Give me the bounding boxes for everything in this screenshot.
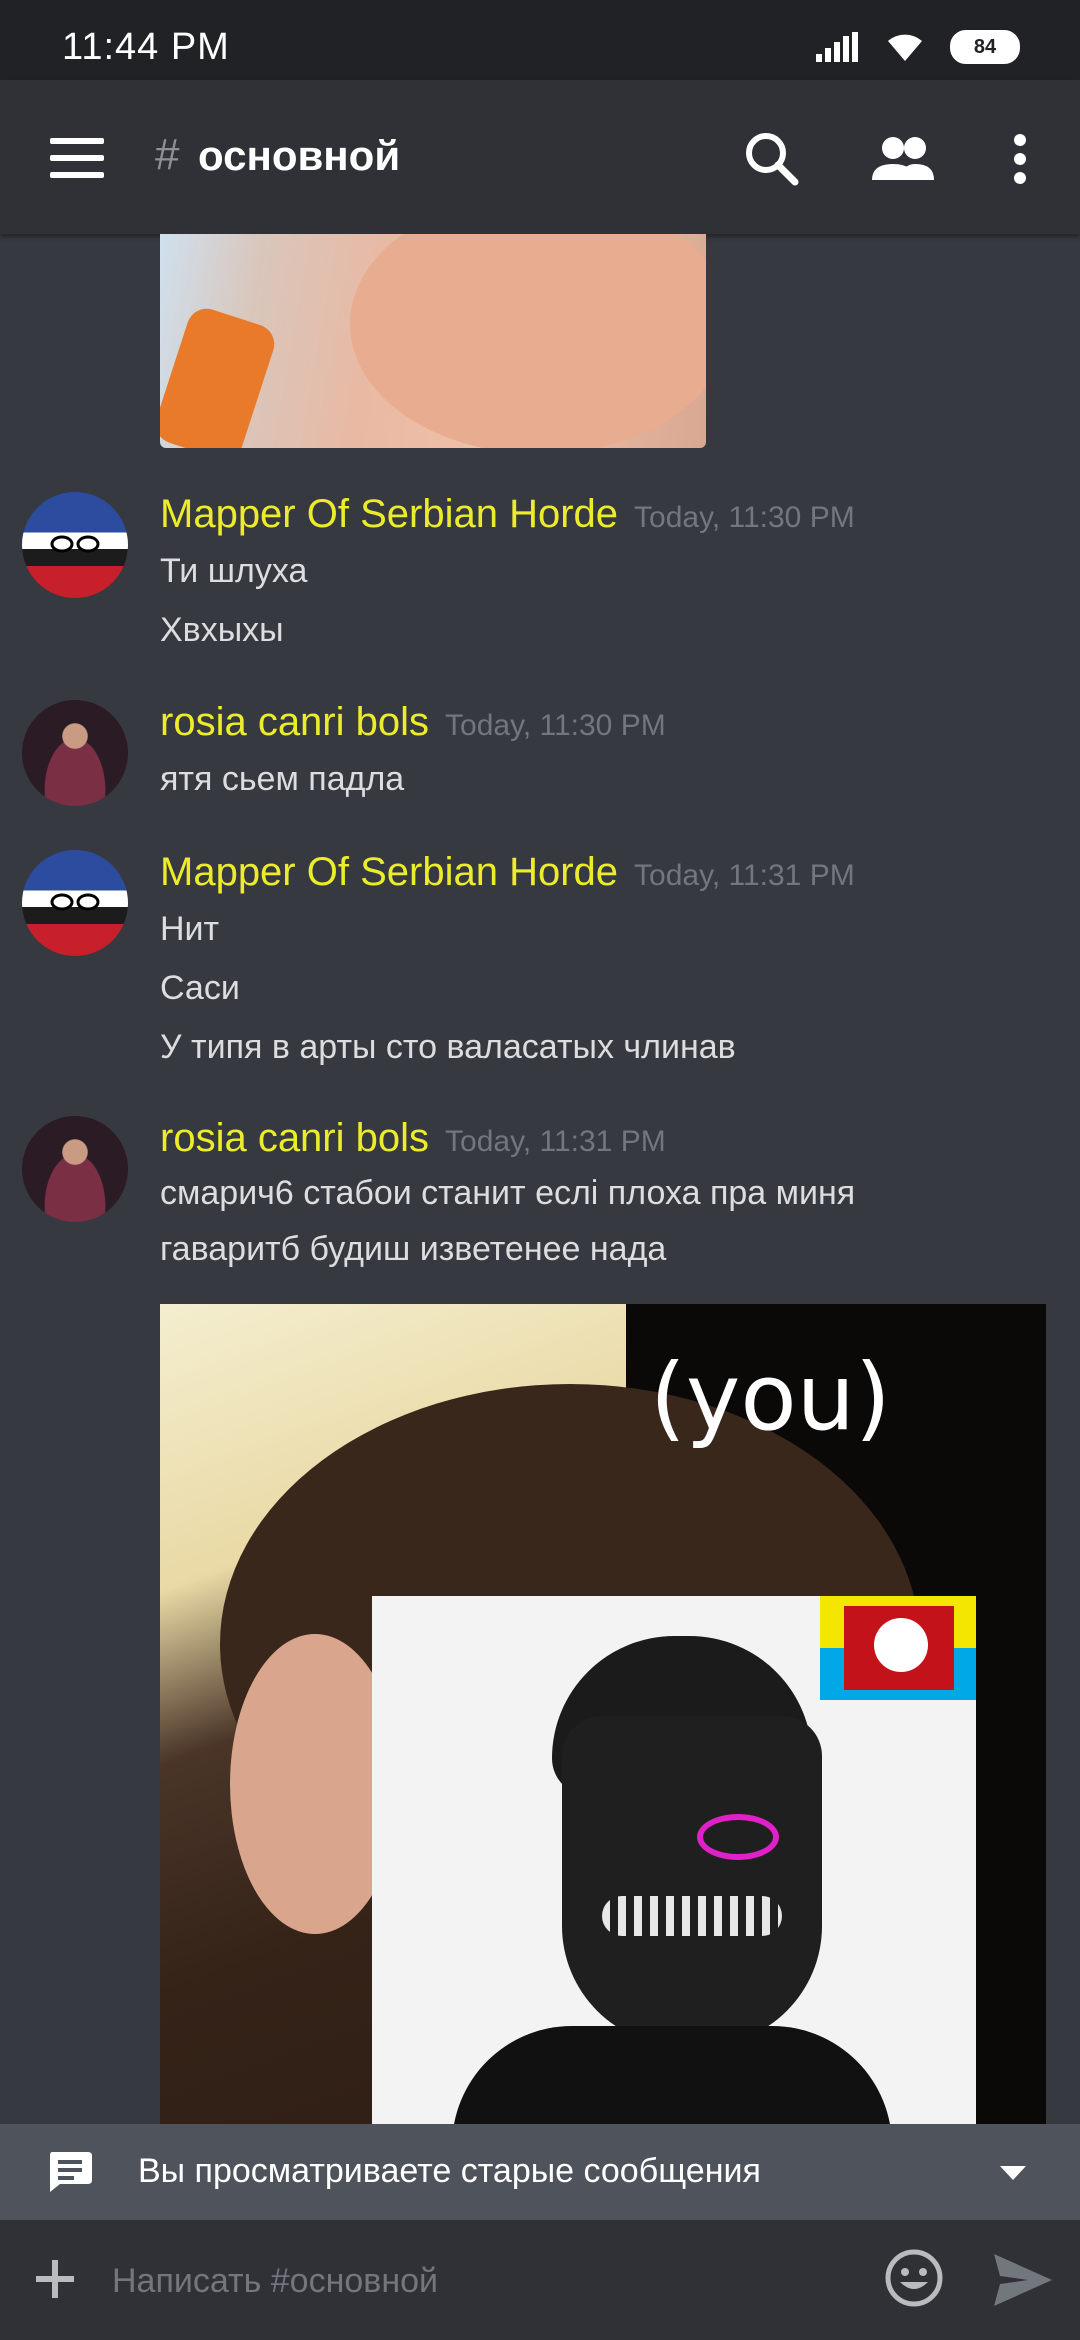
signal-icon	[816, 32, 858, 62]
message-icon	[50, 2152, 92, 2192]
old-messages-banner[interactable]: Вы просматриваете старые сообщения	[0, 2124, 1080, 2220]
message-author[interactable]: Mapper Of Serbian Horde Today, 11:31 PM	[160, 850, 855, 895]
message-list[interactable]: Mapper Of Serbian Horde Today, 11:30 PM Т…	[0, 234, 1080, 2124]
message-timestamp: Today, 11:30 PM	[445, 709, 666, 742]
status-bar: 11:44 PM 84	[0, 0, 1080, 80]
status-icons: 84	[816, 30, 1020, 64]
wifi-icon	[888, 34, 922, 61]
banner-text: Вы просматриваете старые сообщения	[138, 2152, 761, 2190]
author-name[interactable]: rosia canri bols	[160, 1116, 429, 1160]
message-image-attachment[interactable]	[160, 234, 706, 448]
message-timestamp: Today, 11:31 PM	[634, 859, 855, 892]
plus-icon[interactable]	[32, 2256, 78, 2302]
avatar[interactable]	[22, 850, 128, 956]
more-icon[interactable]	[985, 124, 1055, 194]
message-text: Ти шлуха	[160, 552, 308, 590]
channel-header: # основной	[0, 80, 1080, 234]
highlight-ring	[697, 1814, 779, 1860]
message-author[interactable]: rosia canri bols Today, 11:31 PM	[160, 1116, 666, 1161]
author-name[interactable]: Mapper Of Serbian Horde	[160, 850, 618, 894]
send-icon[interactable]	[992, 2252, 1054, 2308]
message-author[interactable]: rosia canri bols Today, 11:30 PM	[160, 700, 666, 745]
emoji-icon[interactable]	[884, 2248, 944, 2308]
channel-title: основной	[198, 132, 401, 179]
message-timestamp: Today, 11:31 PM	[445, 1125, 666, 1158]
chevron-down-icon[interactable]	[998, 2158, 1028, 2188]
avatar[interactable]	[22, 492, 128, 598]
battery-icon: 84	[950, 30, 1020, 64]
message-text: смарич6 стабои станит еслі плоха пра мин…	[160, 1174, 856, 1212]
message-text: Хвхыхы	[160, 611, 284, 649]
channel-hash-icon: #	[155, 130, 180, 179]
image-caption: (you)	[650, 1344, 891, 1451]
message-input[interactable]	[110, 2250, 854, 2312]
avatar[interactable]	[22, 1116, 128, 1222]
message-author[interactable]: Mapper Of Serbian Horde Today, 11:30 PM	[160, 492, 855, 537]
message-text: У типя в арты сто валасатых члинав	[160, 1028, 736, 1066]
status-time: 11:44 PM	[62, 26, 230, 68]
inset-photo	[372, 1596, 976, 2124]
message-text: Нит	[160, 910, 220, 948]
message-text: ятя сьем падла	[160, 760, 405, 798]
message-timestamp: Today, 11:30 PM	[634, 501, 855, 534]
message-text: гаваритб будиш изветенее нада	[160, 1230, 667, 1268]
battery-level: 84	[973, 35, 997, 58]
author-name[interactable]: Mapper Of Serbian Horde	[160, 492, 618, 536]
flag-icon	[820, 1596, 976, 1700]
author-name[interactable]: rosia canri bols	[160, 700, 429, 744]
avatar[interactable]	[22, 700, 128, 806]
members-icon[interactable]	[868, 124, 938, 194]
search-icon[interactable]	[737, 124, 807, 194]
menu-icon[interactable]	[50, 138, 104, 178]
message-text: Саси	[160, 969, 240, 1007]
message-image-attachment[interactable]: (you)	[160, 1304, 1046, 2124]
message-composer	[0, 2220, 1080, 2340]
